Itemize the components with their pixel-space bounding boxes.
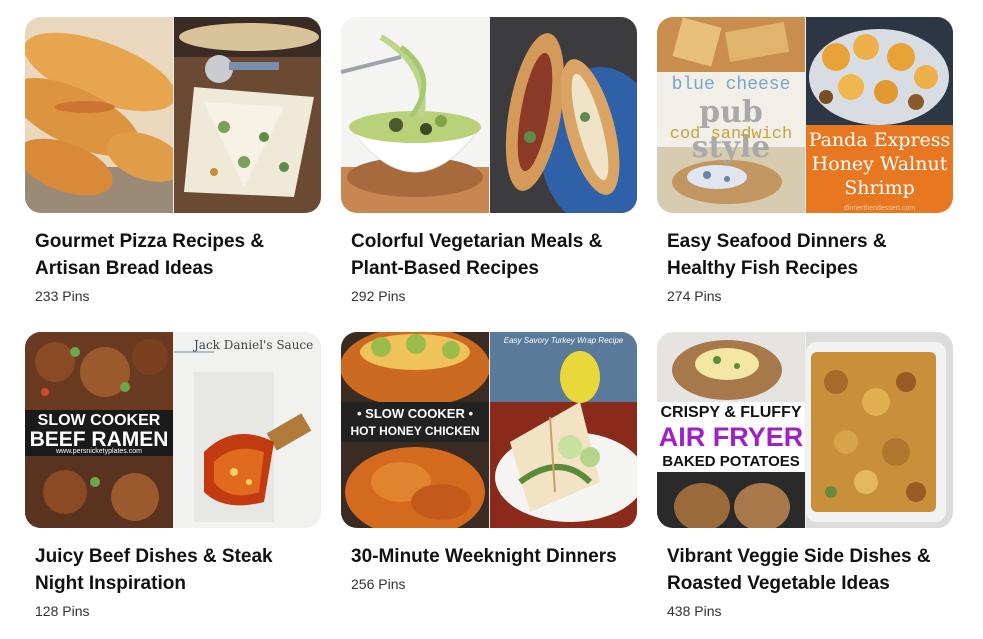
board-title[interactable]: Juicy Beef Dishes & Steak Night Inspirat…: [25, 543, 321, 597]
pin-count: 438 Pins: [667, 603, 722, 619]
stuffed-hoagie-photo: [490, 17, 637, 213]
board-cover[interactable]: blue cheese pub style cod sandwich Panda…: [657, 17, 953, 213]
board-cover[interactable]: CRISPY & FLUFFY AIR FRYER BAKED POTATOES: [657, 332, 953, 528]
air-fryer-potatoes-photo: CRISPY & FLUFFY AIR FRYER BAKED POTATOES: [657, 332, 805, 528]
basting-brush-sauce-photo: Jack Daniel's Sauce: [174, 332, 321, 528]
board-cover[interactable]: [25, 17, 321, 213]
white-pizza-slices-photo: [174, 17, 321, 213]
boards-grid: Gourmet Pizza Recipes & Artisan Bread Id…: [0, 0, 983, 639]
board-title[interactable]: Gourmet Pizza Recipes & Artisan Bread Id…: [25, 228, 321, 282]
board-title[interactable]: Easy Seafood Dinners & Healthy Fish Reci…: [657, 228, 953, 282]
pin-count: 256 Pins: [351, 576, 406, 592]
board-card[interactable]: Colorful Vegetarian Meals & Plant-Based …: [341, 17, 637, 304]
calzone-bread-photo: [25, 17, 173, 213]
board-card[interactable]: • SLOW COOKER • HOT HONEY CHICKEN Easy S…: [341, 332, 637, 592]
cod-sandwich-photo: blue cheese pub style cod sandwich: [657, 17, 805, 213]
board-card[interactable]: SLOW COOKER BEEF RAMEN www.persnicketypl…: [25, 332, 321, 619]
board-title[interactable]: 30-Minute Weeknight Dinners: [341, 543, 637, 570]
board-cover[interactable]: [341, 17, 637, 213]
zucchini-noodles-bowl-photo: [341, 17, 489, 213]
board-card[interactable]: Gourmet Pizza Recipes & Artisan Bread Id…: [25, 17, 321, 304]
pin-count: 128 Pins: [35, 603, 90, 619]
board-cover[interactable]: SLOW COOKER BEEF RAMEN www.persnicketypl…: [25, 332, 321, 528]
honey-walnut-shrimp-photo: Panda Express Honey Walnut Shrimp dinner…: [806, 17, 953, 213]
board-title[interactable]: Vibrant Veggie Side Dishes & Roasted Veg…: [657, 543, 953, 597]
hot-honey-chicken-photo: • SLOW COOKER • HOT HONEY CHICKEN: [341, 332, 489, 528]
pin-count: 233 Pins: [35, 288, 90, 304]
beef-ramen-photo: SLOW COOKER BEEF RAMEN www.persnicketypl…: [25, 332, 173, 528]
board-card[interactable]: CRISPY & FLUFFY AIR FRYER BAKED POTATOES: [657, 332, 953, 619]
turkey-wrap-photo: Easy Savory Turkey Wrap Recipe: [490, 332, 637, 528]
pin-count: 274 Pins: [667, 288, 722, 304]
green-bean-casserole-photo: [806, 332, 953, 528]
board-title[interactable]: Colorful Vegetarian Meals & Plant-Based …: [341, 228, 637, 282]
board-cover[interactable]: • SLOW COOKER • HOT HONEY CHICKEN Easy S…: [341, 332, 637, 528]
pin-count: 292 Pins: [351, 288, 406, 304]
board-card[interactable]: blue cheese pub style cod sandwich Panda…: [657, 17, 953, 304]
